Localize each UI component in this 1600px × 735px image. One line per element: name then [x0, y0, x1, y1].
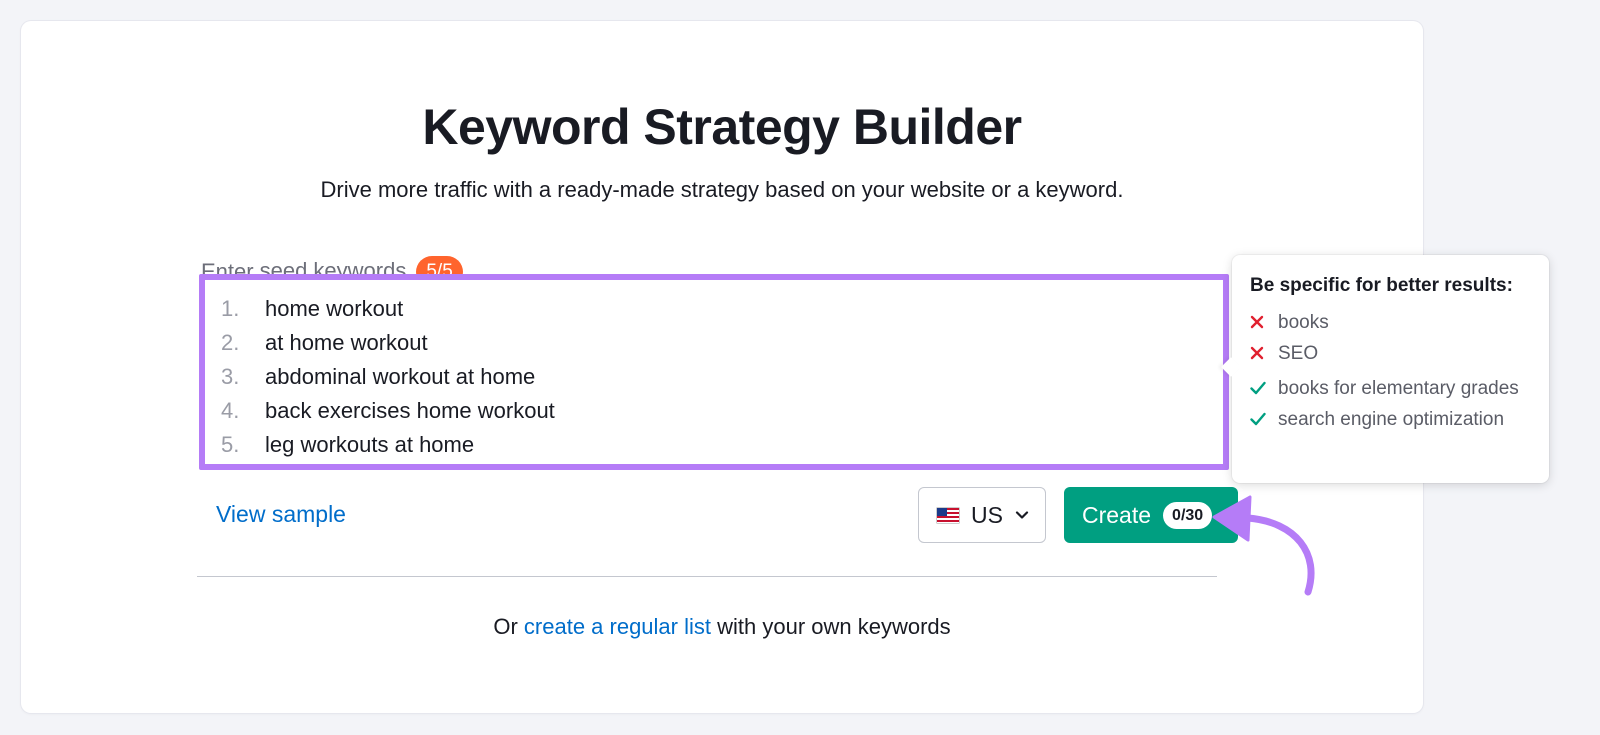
- check-icon: [1250, 381, 1266, 395]
- tooltip-title: Be specific for better results:: [1250, 275, 1513, 296]
- cross-icon: [1250, 346, 1264, 360]
- bad-example-text: books: [1278, 312, 1329, 333]
- footer-suffix: with your own keywords: [717, 614, 951, 639]
- create-button-label: Create: [1082, 501, 1152, 528]
- footer-prefix: Or: [493, 614, 518, 639]
- keyword-text: at home workout: [265, 330, 428, 355]
- keyword-text: abdominal workout at home: [265, 364, 536, 389]
- keyword-list: 1. home workout 2. at home workout 3. ab…: [205, 280, 1223, 462]
- line-number: 1.: [221, 296, 240, 321]
- country-value: US: [971, 501, 1003, 528]
- keyword-line: 5. leg workouts at home: [205, 428, 1223, 462]
- page-title: Keyword Strategy Builder: [422, 99, 1022, 155]
- us-flag-icon: [937, 507, 959, 523]
- page-subtitle: Drive more traffic with a ready-made str…: [320, 177, 1124, 202]
- keyword-line: 4. back exercises home workout: [205, 394, 1223, 428]
- line-number: 4.: [221, 398, 240, 423]
- good-example: books for elementary grades: [1250, 375, 1531, 402]
- strategy-builder-card: Keyword Strategy Builder Drive more traf…: [21, 21, 1423, 713]
- keyword-line: 2. at home workout: [205, 326, 1223, 360]
- chevron-down-icon: [1015, 511, 1029, 519]
- keyword-text: back exercises home workout: [265, 398, 555, 423]
- bad-example-text: SEO: [1278, 343, 1319, 364]
- bad-example: SEO: [1250, 340, 1531, 367]
- keyword-line: 1. home workout: [205, 292, 1223, 326]
- seed-keywords-input[interactable]: 1. home workout 2. at home workout 3. ab…: [199, 274, 1229, 470]
- create-regular-list-link[interactable]: create a regular list: [524, 614, 711, 639]
- cross-icon: [1250, 315, 1264, 329]
- good-example-text: search engine optimization: [1278, 409, 1505, 430]
- divider: [197, 576, 1217, 577]
- specificity-tooltip: Be specific for better results: books SE…: [1232, 255, 1549, 483]
- check-icon: [1250, 412, 1266, 426]
- keyword-text: leg workouts at home: [265, 432, 475, 457]
- good-example: search engine optimization: [1250, 406, 1531, 433]
- regular-list-prompt: Or create a regular list with your own k…: [21, 613, 1423, 641]
- bad-example: books: [1250, 309, 1531, 336]
- line-number: 5.: [221, 432, 240, 457]
- line-number: 2.: [221, 330, 240, 355]
- country-select[interactable]: US: [918, 487, 1046, 543]
- arrow-pointer-icon: [1212, 495, 1315, 596]
- keyword-line: 3. abdominal workout at home: [205, 360, 1223, 394]
- view-sample-link[interactable]: View sample: [216, 499, 346, 529]
- line-number: 3.: [221, 364, 240, 389]
- keyword-text: home workout: [265, 296, 404, 321]
- good-example-text: books for elementary grades: [1278, 378, 1519, 399]
